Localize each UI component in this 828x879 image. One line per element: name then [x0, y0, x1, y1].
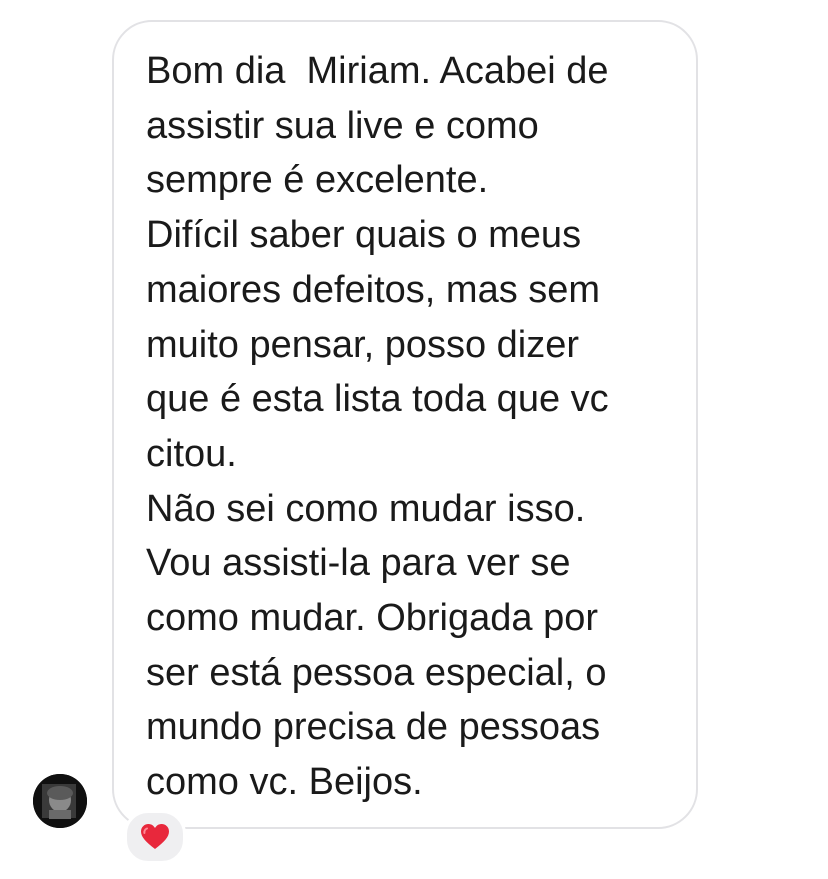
- message-line: mundo precisa de pessoas: [146, 706, 601, 749]
- message-thread: Bom dia Miriam. Acabei de assistir sua l…: [0, 0, 828, 879]
- message-line: Não sei como mudar isso.: [146, 487, 586, 530]
- message-bubble[interactable]: Bom dia Miriam. Acabei de assistir sua l…: [112, 20, 698, 829]
- message-line: que é esta lista toda que vc: [146, 378, 609, 421]
- message-line: muito pensar, posso dizer: [146, 323, 580, 366]
- message-text: Bom dia Miriam. Acabei de assistir sua l…: [146, 44, 686, 810]
- message-line: assistir sua live e como: [146, 104, 539, 147]
- message-line: sempre é excelente.: [146, 159, 489, 202]
- red-heart-icon: [141, 824, 169, 849]
- message-line: ser está pessoa especial, o: [146, 651, 607, 694]
- heart-reaction[interactable]: [124, 810, 186, 864]
- avatar-photo-icon: [33, 774, 87, 828]
- message-line: Difícil saber quais o meus: [146, 214, 582, 257]
- sender-avatar[interactable]: [33, 774, 87, 828]
- message-line: Vou assisti-la para ver se: [146, 542, 571, 585]
- message-line: maiores defeitos, mas sem: [146, 268, 601, 311]
- message-line: como mudar. Obrigada por: [146, 597, 599, 640]
- message-line: citou.: [146, 432, 237, 475]
- message-line: Bom dia Miriam. Acabei de: [146, 50, 609, 92]
- message-line: como vc. Beijos.: [146, 761, 423, 804]
